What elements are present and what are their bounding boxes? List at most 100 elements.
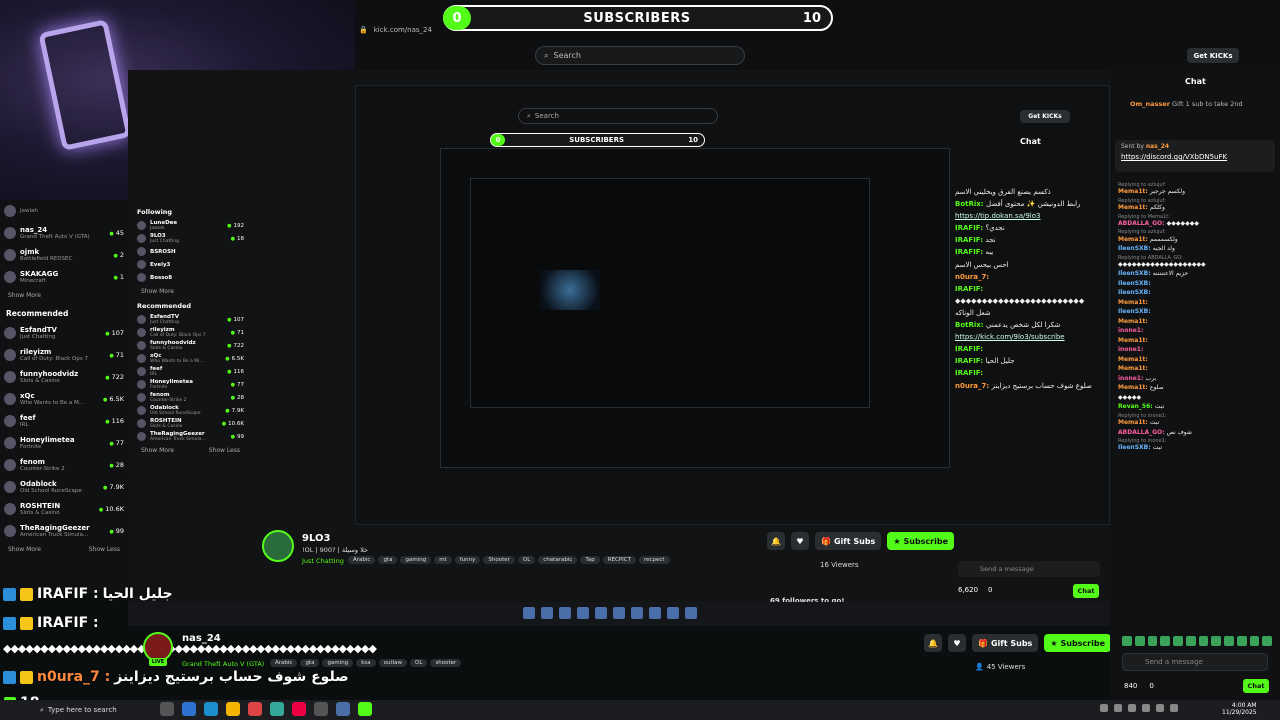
chat-message[interactable]: Replying to azlujuf: Mema1t: ولكسم جرجير xyxy=(1118,182,1273,196)
nested-chat-username: IRAFIF: xyxy=(955,284,983,293)
sidebar-following-item[interactable]: ojmkBattlefield REDSEC 2 xyxy=(0,244,128,266)
tag: gta xyxy=(378,556,398,564)
chat-message[interactable]: Mema1t: صلوع xyxy=(1118,384,1273,392)
chat-username[interactable]: IleenSXB: xyxy=(1118,280,1151,287)
chat-username[interactable]: inone1: xyxy=(1118,375,1145,382)
chat-username[interactable]: Mema1t: xyxy=(1118,365,1148,372)
sidebar-following-item[interactable]: Jawlah xyxy=(0,200,128,222)
chat-username[interactable]: Revan_56: xyxy=(1118,403,1155,410)
sidebar-recommended-item[interactable]: rileyizmCall of Duty: Black Ops 7 71 xyxy=(0,344,128,366)
tag[interactable]: outlaw xyxy=(378,659,408,667)
sidebar-recommended-item[interactable]: xQcWho Wants to Be a M... 6.5K xyxy=(0,388,128,410)
emote-bar[interactable] xyxy=(1122,636,1272,648)
sidebar-recommended-item[interactable]: TheRagingGeezerAmerican Truck Simula... 9… xyxy=(0,520,128,542)
chat-message[interactable]: inone1: xyxy=(1118,327,1273,335)
bell-icon[interactable]: 🔔 xyxy=(924,634,942,652)
sidebar-show-more[interactable]: Show More xyxy=(0,288,128,303)
nested-points: 6,620 0 xyxy=(958,586,993,594)
channel-points[interactable]: 840 0 xyxy=(1124,682,1154,690)
sidebar-recommended-item[interactable]: HoneylimeteaFortnite 77 xyxy=(0,432,128,454)
sidebar-recommended-item[interactable]: OdablockOld School RuneScape 7.9K xyxy=(0,476,128,498)
channel-name[interactable]: nas_24 xyxy=(182,633,221,644)
chat-message[interactable]: inone1: برب xyxy=(1118,375,1273,383)
sidebar-recommended-item[interactable]: fenomCounter-Strike 2 28 xyxy=(0,454,128,476)
get-kicks-button[interactable]: Get KICKs xyxy=(1187,48,1239,63)
tag[interactable]: gaming xyxy=(322,659,354,667)
taskbar-apps[interactable] xyxy=(160,702,372,716)
tag[interactable]: shooter xyxy=(430,659,462,667)
sidebar-following-item[interactable]: nas_24Grand Theft Auto V (GTA) 45 xyxy=(0,222,128,244)
avatar xyxy=(4,249,16,261)
nested-chat-text: يبه xyxy=(985,248,994,257)
chat-username[interactable]: Mema1t: xyxy=(1118,384,1150,391)
chat-message[interactable]: Mema1t: xyxy=(1118,299,1273,307)
chat-message[interactable]: Mema1t: xyxy=(1118,337,1273,345)
sidebar-recommended-item[interactable]: funnyhoodvidzSlots & Casino 722 xyxy=(0,366,128,388)
subscribe-button[interactable]: ★ Subscribe xyxy=(1044,634,1112,652)
taskbar-search[interactable]: ⌕ Type here to search xyxy=(40,703,150,717)
tag[interactable]: gta xyxy=(300,659,320,667)
chat-username[interactable]: inone1: xyxy=(1118,346,1143,353)
chat-message[interactable]: Replying to azlujuf: Mema1t: وكلكم xyxy=(1118,198,1273,212)
tag[interactable]: OL xyxy=(410,659,428,667)
system-tray[interactable] xyxy=(1100,704,1178,712)
pinned-link[interactable]: https://discord.gg/VXbDN5uFK xyxy=(1121,153,1269,161)
sidebar-recommended-item[interactable]: EsfandTVJust Chatting 107 xyxy=(0,322,128,344)
nested-search-placeholder: Search xyxy=(534,112,559,120)
chat-message[interactable]: IleenSXB: xyxy=(1118,308,1273,316)
chat-message[interactable]: ◆◆◆◆◆ xyxy=(1118,394,1273,402)
chat-text: صلوع xyxy=(1149,384,1164,392)
chat-username[interactable]: IleenSXB: xyxy=(1118,444,1153,451)
chat-username[interactable]: Mema1t: xyxy=(1118,318,1148,325)
chat-message[interactable]: inone1: xyxy=(1118,346,1273,354)
sidebar-recommended-item[interactable]: feefIRL 116 xyxy=(0,410,128,432)
heart-icon[interactable]: ♥ xyxy=(948,634,966,652)
viewer-count: 77 xyxy=(109,439,124,447)
tag[interactable]: Arabic xyxy=(270,659,298,667)
chat-message[interactable]: Replying to azlujuf: Mema1t: ولكسمممم xyxy=(1118,229,1273,243)
taskbar-clock[interactable]: 4:00 AM 11/29/2025 xyxy=(1222,702,1257,716)
subscriber-goal-label: SUBSCRIBERS xyxy=(583,10,691,26)
chat-username[interactable]: IleenSXB: xyxy=(1118,289,1151,296)
chat-message[interactable]: IleenSXB: xyxy=(1118,280,1273,288)
bell-icon: 🔔 xyxy=(767,532,785,550)
chat-username[interactable]: Mema1t: xyxy=(1118,337,1148,344)
chat-username[interactable]: Mema1t: xyxy=(1118,236,1150,243)
sidebar-show-less-row[interactable]: Show More Show Less xyxy=(0,542,128,557)
chat-username[interactable]: Mema1t: xyxy=(1118,299,1148,306)
chat-message[interactable]: Revan_56: تبت xyxy=(1118,403,1273,411)
chat-text: تبت xyxy=(1154,403,1165,411)
search-input[interactable]: ⌕ Search xyxy=(535,46,745,65)
chat-username[interactable]: IleenSXB: xyxy=(1118,270,1153,277)
chat-message[interactable]: Replying to inone1: Mema1t: تبت xyxy=(1118,413,1273,427)
chat-message[interactable]: Replying to Mema1t: ABDALLA_GO: ◆◆◆◆◆◆◆ xyxy=(1118,214,1273,228)
chat-message[interactable]: IleenSXB: xyxy=(1118,289,1273,297)
gift-subs-button[interactable]: 🎁 Gift Subs xyxy=(972,634,1039,652)
tag[interactable]: ksa xyxy=(356,659,376,667)
chat-message[interactable]: Replying to ABDALLA_GO: ◆◆◆◆◆◆◆◆◆◆◆◆◆◆◆◆◆… xyxy=(1118,255,1273,269)
chat-message[interactable]: Replying to inone1: IleenSXB: تبت xyxy=(1118,438,1273,452)
chat-username[interactable]: Mema1t: xyxy=(1118,356,1148,363)
chat-username[interactable]: inone1: xyxy=(1118,327,1143,334)
chat-username[interactable]: IleenSXB: xyxy=(1118,308,1151,315)
chat-username[interactable]: IleenSXB: xyxy=(1118,245,1153,252)
chat-message[interactable]: Mema1t: xyxy=(1118,365,1273,373)
chat-message[interactable]: ABDALLA_GO: شوف نص xyxy=(1118,429,1273,437)
sidebar-following-item[interactable]: SKAKAGGMinecraft 1 xyxy=(0,266,128,288)
chat-message[interactable]: Mema1t: xyxy=(1118,356,1273,364)
chat-username[interactable]: Mema1t: xyxy=(1118,419,1150,426)
url-text[interactable]: kick.com/nas_24 xyxy=(374,26,432,34)
channel-actions: 🔔 ♥ 🎁 Gift Subs ★ Subscribe xyxy=(924,634,1112,652)
chat-username[interactable]: Mema1t: xyxy=(1118,204,1150,211)
chat-username[interactable]: ABDALLA_GO: xyxy=(1118,429,1167,436)
chat-message[interactable]: IleenSXB: حزيم الاعنننننه xyxy=(1118,270,1273,278)
chat-username[interactable]: Mema1t: xyxy=(1118,188,1150,195)
chat-username[interactable]: ABDALLA_GO: xyxy=(1118,220,1167,227)
send-message-input[interactable]: Send a message xyxy=(1122,653,1268,671)
sidebar-recommended-item[interactable]: ROSHTEINSlots & Casino 10.6K xyxy=(0,498,128,520)
chat-message[interactable]: IleenSXB: ولد الجيه xyxy=(1118,245,1273,253)
neon-light xyxy=(38,19,132,151)
chat-send-button[interactable]: Chat xyxy=(1243,679,1269,693)
channel-category[interactable]: Grand Theft Auto V (GTA) xyxy=(182,660,264,668)
chat-message[interactable]: Mema1t: xyxy=(1118,318,1273,326)
